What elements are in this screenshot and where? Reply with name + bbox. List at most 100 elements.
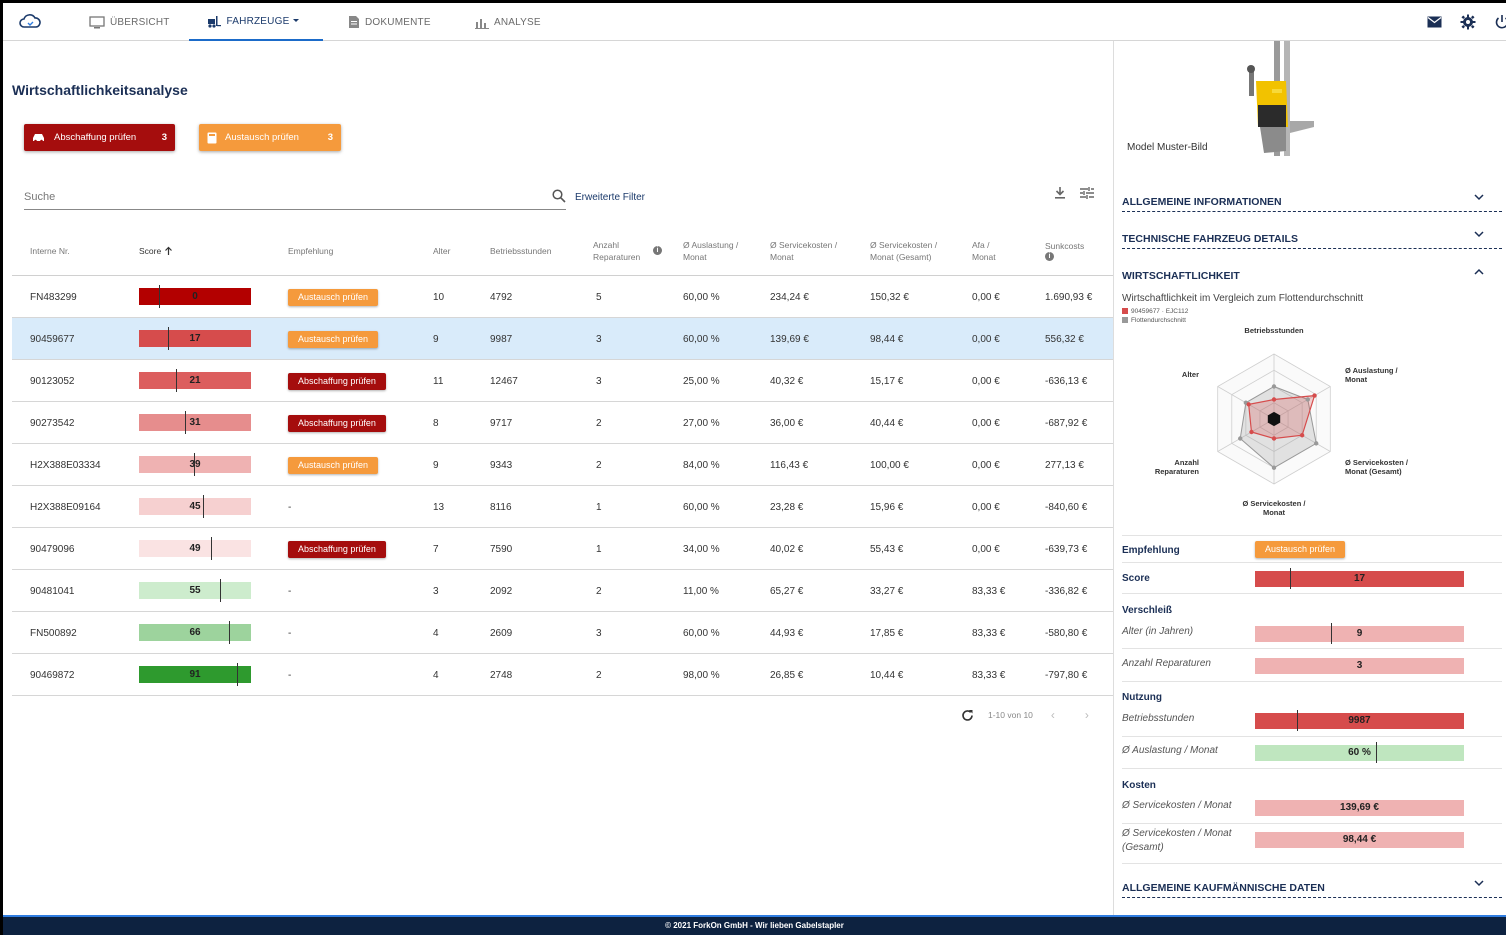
score-bar: 45 <box>139 495 251 518</box>
table-row[interactable]: FN500892 66 - 4 2609 3 60,00 % 44,93 € 17,85 €… <box>12 612 1114 654</box>
cell-stunden: 2092 <box>490 585 513 597</box>
col-afa[interactable]: Afa / Monat <box>972 225 1018 276</box>
cell-alter: 9 <box>433 459 439 471</box>
tune-icon[interactable] <box>1079 186 1095 200</box>
col-empfehlung[interactable]: Empfehlung <box>288 225 333 276</box>
col-interne-nr[interactable]: Interne Nr. <box>30 225 70 276</box>
tab-uebersicht[interactable]: ÜBERSICHT <box>89 3 170 41</box>
advanced-filter-link[interactable]: Erweiterte Filter <box>575 192 645 203</box>
chevron-left-icon[interactable]: ‹ <box>1051 708 1055 722</box>
info-icon[interactable]: i <box>653 246 662 255</box>
table-row[interactable]: H2X388E09164 45 - 13 8116 1 60,00 % 23,28 € 15… <box>12 486 1114 528</box>
cell-stunden: 12467 <box>490 375 518 387</box>
col-sunkcosts[interactable]: Sunkcosts i <box>1045 225 1105 276</box>
cell-stunden: 2609 <box>490 627 513 639</box>
tab-analyse[interactable]: ANALYSE <box>475 3 541 41</box>
forklift-icon <box>207 15 221 28</box>
cell-stunden: 9987 <box>490 333 513 345</box>
tab-dokumente[interactable]: DOKUMENTE <box>348 3 431 41</box>
empfehlung-label: Empfehlung <box>1122 545 1180 556</box>
power-icon[interactable] <box>1494 14 1506 30</box>
table-row[interactable]: 90459677 17 Austausch prüfen 9 9987 3 60,00 … <box>12 318 1114 360</box>
table-row[interactable]: H2X388E03334 39 Austausch prüfen 9 9343 2 84… <box>12 444 1114 486</box>
accordion-kaufmaennische-daten[interactable]: ALLGEMEINE KAUFMÄNNISCHE DATEN <box>1122 872 1502 898</box>
accordion-title: ALLGEMEINE INFORMATIONEN <box>1122 196 1282 208</box>
col-label: Afa / Monat <box>972 239 996 262</box>
alter-value: 9 <box>1356 628 1363 639</box>
auslastung-value: 60 % <box>1348 747 1371 758</box>
col-betriebsstunden[interactable]: Betriebsstunden <box>490 225 551 276</box>
cell-svc: 23,28 € <box>770 501 804 513</box>
score-bar: 0 <box>139 285 251 308</box>
fleet-average-tick <box>1376 742 1377 763</box>
cloud-logo-icon[interactable] <box>19 12 41 32</box>
table-row[interactable]: 90123052 21 Abschaffung prüfen 11 12467 3 25… <box>12 360 1114 402</box>
radar-axis-alter: Alter <box>1182 370 1199 379</box>
cell-empfehlung: Austausch prüfen <box>288 444 379 486</box>
radar-fleet-point <box>1271 465 1277 470</box>
chevron-right-icon[interactable]: › <box>1085 708 1089 722</box>
accordion-technische-details[interactable]: TECHNISCHE FAHRZEUG DETAILS <box>1122 223 1502 249</box>
divider <box>1122 593 1502 594</box>
cell-ausl: 98,00 % <box>683 669 720 681</box>
table-row[interactable]: 90481041 55 - 3 2092 2 11,00 % 65,27 € 33,27 €… <box>12 570 1114 612</box>
col-servicekosten-gesamt[interactable]: Ø Servicekosten / Monat (Gesamt) <box>870 225 946 276</box>
download-icon[interactable] <box>1053 186 1067 200</box>
radar-vehicle-point <box>1312 393 1317 398</box>
tab-fahrzeuge[interactable]: FAHRZEUGE <box>189 3 323 41</box>
col-label: Anzahl Reparaturen <box>593 239 641 262</box>
refresh-icon[interactable] <box>961 709 974 722</box>
mail-icon[interactable] <box>1427 16 1442 28</box>
info-icon[interactable]: i <box>1045 252 1054 261</box>
cell-ausl: 60,00 % <box>683 291 720 303</box>
accordion-title: WIRTSCHAFTLICHKEIT <box>1122 270 1240 282</box>
empfehlung-badge: Austausch prüfen <box>288 288 379 306</box>
abschaffung-pruefen-button[interactable]: Abschaffung prüfen 3 <box>24 124 175 151</box>
cell-stunden: 7590 <box>490 543 513 555</box>
col-label: Sunkcosts <box>1045 241 1085 251</box>
cell-empfehlung: Abschaffung prüfen <box>288 402 386 444</box>
cell-ausl: 34,00 % <box>683 543 720 555</box>
table-row[interactable]: 90273542 31 Abschaffung prüfen 8 9717 2 27,0… <box>12 402 1114 444</box>
cell-interne-nr: FN483299 <box>30 291 77 303</box>
col-servicekosten[interactable]: Ø Servicekosten / Monat <box>770 225 842 276</box>
gear-icon[interactable] <box>1460 14 1476 30</box>
table-row[interactable]: 90469872 91 - 4 2748 2 98,00 % 26,85 € 10,44 €… <box>12 654 1114 696</box>
cell-afa: 0,00 € <box>972 291 1000 303</box>
radar-axis-servicekosten-gesamt: Ø Servicekosten / Monat (Gesamt) <box>1345 458 1409 476</box>
col-anzahl-reparaturen[interactable]: Anzahl Reparaturen i <box>593 225 665 276</box>
fleet-average-tick <box>1331 623 1332 644</box>
fleet-average-tick <box>1297 710 1298 731</box>
divider <box>1122 863 1502 864</box>
model-image-caption: Model Muster-Bild <box>1127 142 1208 153</box>
button-label: Abschaffung prüfen <box>54 132 137 143</box>
reparaturen-bar: 3 <box>1255 658 1464 674</box>
score-value: 17 <box>1353 573 1366 584</box>
austausch-pruefen-button[interactable]: Austausch prüfen 3 <box>199 124 341 151</box>
score-bar: 55 <box>139 579 251 602</box>
cell-ausl: 11,00 % <box>683 585 719 597</box>
cell-alter: 9 <box>433 333 439 345</box>
empfehlung-badge: Austausch prüfen <box>288 456 379 474</box>
accordion-allgemeine-informationen[interactable]: ALLGEMEINE INFORMATIONEN <box>1122 186 1502 212</box>
cell-svc_g: 98,44 € <box>870 333 904 345</box>
cell-stunden: 4792 <box>490 291 513 303</box>
table-row[interactable]: FN483299 0 Austausch prüfen 10 4792 5 60,00 … <box>12 276 1114 318</box>
divider <box>1122 562 1502 563</box>
col-score[interactable]: Score <box>139 225 173 276</box>
radar-fleet-point <box>1314 441 1319 446</box>
cell-rep: 2 <box>596 459 602 471</box>
score-bar: 66 <box>139 621 251 644</box>
score-label: Score <box>1122 573 1150 584</box>
accordion-wirtschaftlichkeit[interactable]: WIRTSCHAFTLICHKEIT <box>1122 260 1502 286</box>
cell-alter: 11 <box>433 375 444 387</box>
search-input[interactable]: Suche <box>24 189 566 210</box>
table-header: Interne Nr. Score Empfehlung Alter Betri… <box>12 225 1114 276</box>
col-alter[interactable]: Alter <box>433 225 450 276</box>
tab-label: FAHRZEUGE <box>226 15 290 27</box>
table-row[interactable]: 90479096 49 Abschaffung prüfen 7 7590 1 34,0… <box>12 528 1114 570</box>
search-icon[interactable] <box>552 189 566 203</box>
col-auslastung[interactable]: Ø Auslastung / Monat <box>683 225 745 276</box>
pagination: 1-10 von 10 ‹ › <box>961 708 1089 722</box>
cell-rep: 1 <box>596 543 602 555</box>
